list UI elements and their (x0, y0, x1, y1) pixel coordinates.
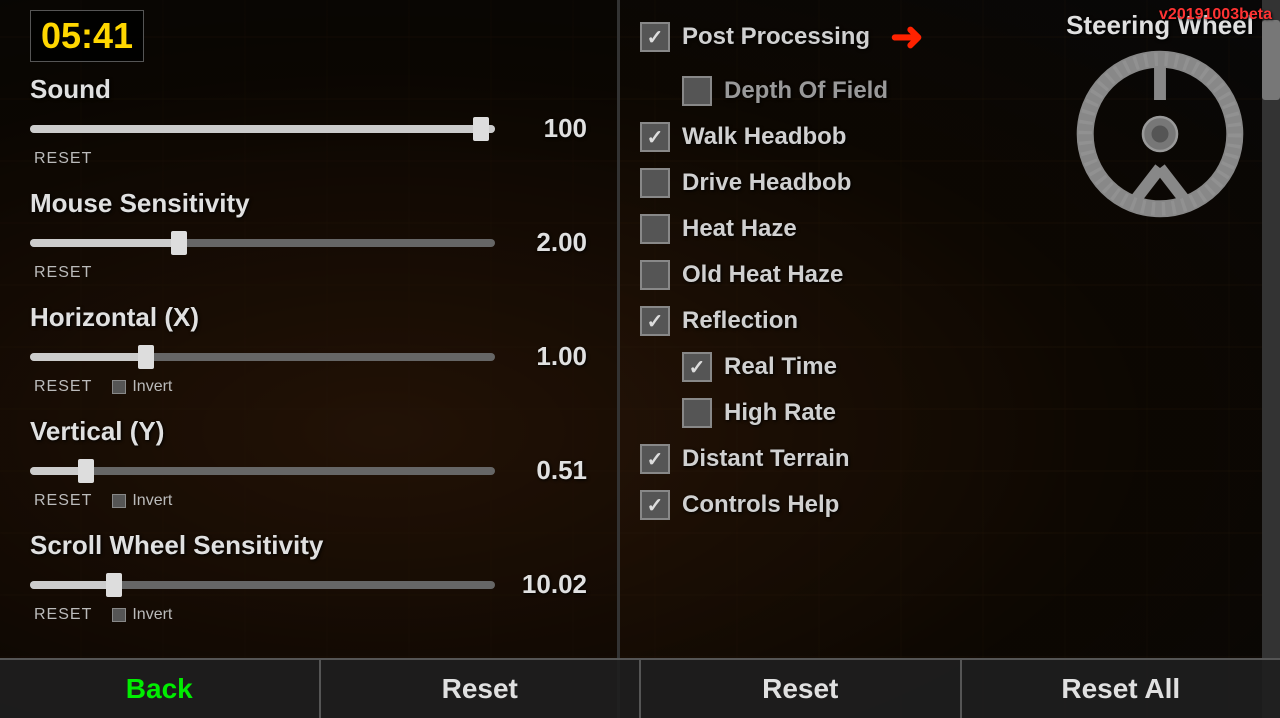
slider-thumb-3[interactable] (78, 459, 94, 483)
steering-wheel-area: Steering Wheel (1060, 10, 1260, 219)
reset-row-3: RESET Invert (30, 490, 587, 512)
slider-label-3: Vertical (Y) (30, 416, 587, 447)
option-checkbox-post_processing[interactable]: ✓ (640, 22, 670, 52)
slider-thumb-2[interactable] (138, 345, 154, 369)
slider-row-4: 10.02 (30, 569, 587, 600)
option-item-post_processing[interactable]: ✓ Post Processing ➜ (640, 10, 1050, 64)
slider-label-0: Sound (30, 74, 587, 105)
main-container: 05:41 Sound 100 RESET Mouse Sensitivity 2.00… (0, 0, 1280, 718)
reset-btn-4[interactable]: RESET (30, 604, 96, 626)
option-checkbox-high_rate[interactable] (682, 398, 712, 428)
options-container: ✓ Post Processing ➜Depth Of Field ✓ Walk Hea… (640, 10, 1050, 532)
option-item-heat_haze[interactable]: Heat Haze (640, 210, 1050, 248)
option-label-distant_terrain: Distant Terrain (682, 445, 850, 473)
option-label-controls_help: Controls Help (682, 491, 839, 519)
option-item-drive_headbob[interactable]: Drive Headbob (640, 164, 1050, 202)
option-label-reflection: Reflection (682, 307, 798, 335)
option-item-real_time[interactable]: ✓ Real Time (640, 348, 1050, 386)
left-panel: 05:41 Sound 100 RESET Mouse Sensitivity 2.00… (0, 0, 620, 718)
slider-row-3: 0.51 (30, 455, 587, 486)
option-checkbox-real_time[interactable]: ✓ (682, 352, 712, 382)
slider-row-1: 2.00 (30, 227, 587, 258)
post-processing-arrow-icon: ➜ (890, 14, 924, 60)
option-checkbox-walk_headbob[interactable]: ✓ (640, 122, 670, 152)
slider-label-4: Scroll Wheel Sensitivity (30, 530, 587, 561)
slider-track-2[interactable] (30, 353, 495, 361)
slider-value-1: 2.00 (507, 227, 587, 258)
option-item-controls_help[interactable]: ✓ Controls Help (640, 486, 1050, 524)
reset-row-0: RESET (30, 148, 587, 170)
option-item-reflection[interactable]: ✓ Reflection (640, 302, 1050, 340)
slider-track-3[interactable] (30, 467, 495, 475)
slider-label-1: Mouse Sensitivity (30, 188, 587, 219)
option-label-depth_of_field: Depth Of Field (724, 77, 888, 105)
reset-right-button[interactable]: Reset (641, 658, 962, 718)
slider-section-4: Scroll Wheel Sensitivity 10.02 RESET Invert (30, 530, 587, 626)
option-label-heat_haze: Heat Haze (682, 215, 797, 243)
option-item-depth_of_field[interactable]: Depth Of Field (640, 72, 1050, 110)
option-label-high_rate: High Rate (724, 399, 836, 427)
steering-wheel-icon (1075, 49, 1245, 219)
slider-value-0: 100 (507, 113, 587, 144)
option-item-old_heat_haze[interactable]: Old Heat Haze (640, 256, 1050, 294)
reset-all-button[interactable]: Reset All (962, 658, 1280, 718)
option-checkbox-distant_terrain[interactable]: ✓ (640, 444, 670, 474)
reset-btn-1[interactable]: RESET (30, 262, 96, 284)
option-label-post_processing: Post Processing (682, 23, 870, 51)
slider-thumb-1[interactable] (171, 231, 187, 255)
option-item-distant_terrain[interactable]: ✓ Distant Terrain (640, 440, 1050, 478)
invert-checkbox-3[interactable]: Invert (112, 492, 172, 510)
reset-btn-0[interactable]: RESET (30, 148, 96, 170)
back-button[interactable]: Back (0, 658, 321, 718)
bottom-bar: Back Reset Reset Reset All (0, 658, 1280, 718)
option-checkbox-old_heat_haze[interactable] (640, 260, 670, 290)
reset-row-1: RESET (30, 262, 587, 284)
option-checkbox-heat_haze[interactable] (640, 214, 670, 244)
scrollbar[interactable] (1262, 0, 1280, 718)
slider-row-0: 100 (30, 113, 587, 144)
option-item-walk_headbob[interactable]: ✓ Walk Headbob (640, 118, 1050, 156)
option-checkbox-depth_of_field[interactable] (682, 76, 712, 106)
slider-track-1[interactable] (30, 239, 495, 247)
slider-value-3: 0.51 (507, 455, 587, 486)
reset-btn-2[interactable]: RESET (30, 376, 96, 398)
slider-section-1: Mouse Sensitivity 2.00 RESET (30, 188, 587, 284)
option-item-high_rate[interactable]: High Rate (640, 394, 1050, 432)
reset-row-2: RESET Invert (30, 376, 587, 398)
right-panel: ✓ Post Processing ➜Depth Of Field ✓ Walk Hea… (620, 0, 1280, 718)
version-text: v20191003beta (1159, 6, 1272, 24)
slider-thumb-4[interactable] (106, 573, 122, 597)
invert-checkbox-2[interactable]: Invert (112, 378, 172, 396)
reset-row-4: RESET Invert (30, 604, 587, 626)
slider-section-3: Vertical (Y) 0.51 RESET Invert (30, 416, 587, 512)
invert-checkbox-4[interactable]: Invert (112, 606, 172, 624)
slider-value-4: 10.02 (507, 569, 587, 600)
slider-track-4[interactable] (30, 581, 495, 589)
slider-value-2: 1.00 (507, 341, 587, 372)
reset-left-button[interactable]: Reset (321, 658, 642, 718)
option-label-real_time: Real Time (724, 353, 837, 381)
slider-section-0: Sound 100 RESET (30, 74, 587, 170)
timer-display: 05:41 (30, 10, 144, 62)
option-checkbox-drive_headbob[interactable] (640, 168, 670, 198)
right-top: ✓ Post Processing ➜Depth Of Field ✓ Walk Hea… (640, 10, 1260, 532)
option-checkbox-reflection[interactable]: ✓ (640, 306, 670, 336)
slider-thumb-0[interactable] (473, 117, 489, 141)
option-label-drive_headbob: Drive Headbob (682, 169, 851, 197)
slider-row-2: 1.00 (30, 341, 587, 372)
option-checkbox-controls_help[interactable]: ✓ (640, 490, 670, 520)
slider-track-0[interactable] (30, 125, 495, 133)
reset-btn-3[interactable]: RESET (30, 490, 96, 512)
slider-section-2: Horizontal (X) 1.00 RESET Invert (30, 302, 587, 398)
scroll-thumb[interactable] (1262, 20, 1280, 100)
option-label-walk_headbob: Walk Headbob (682, 123, 846, 151)
slider-label-2: Horizontal (X) (30, 302, 587, 333)
option-label-old_heat_haze: Old Heat Haze (682, 261, 843, 289)
sliders-container: Sound100RESETMouse Sensitivity2.00RESETH… (30, 74, 587, 644)
